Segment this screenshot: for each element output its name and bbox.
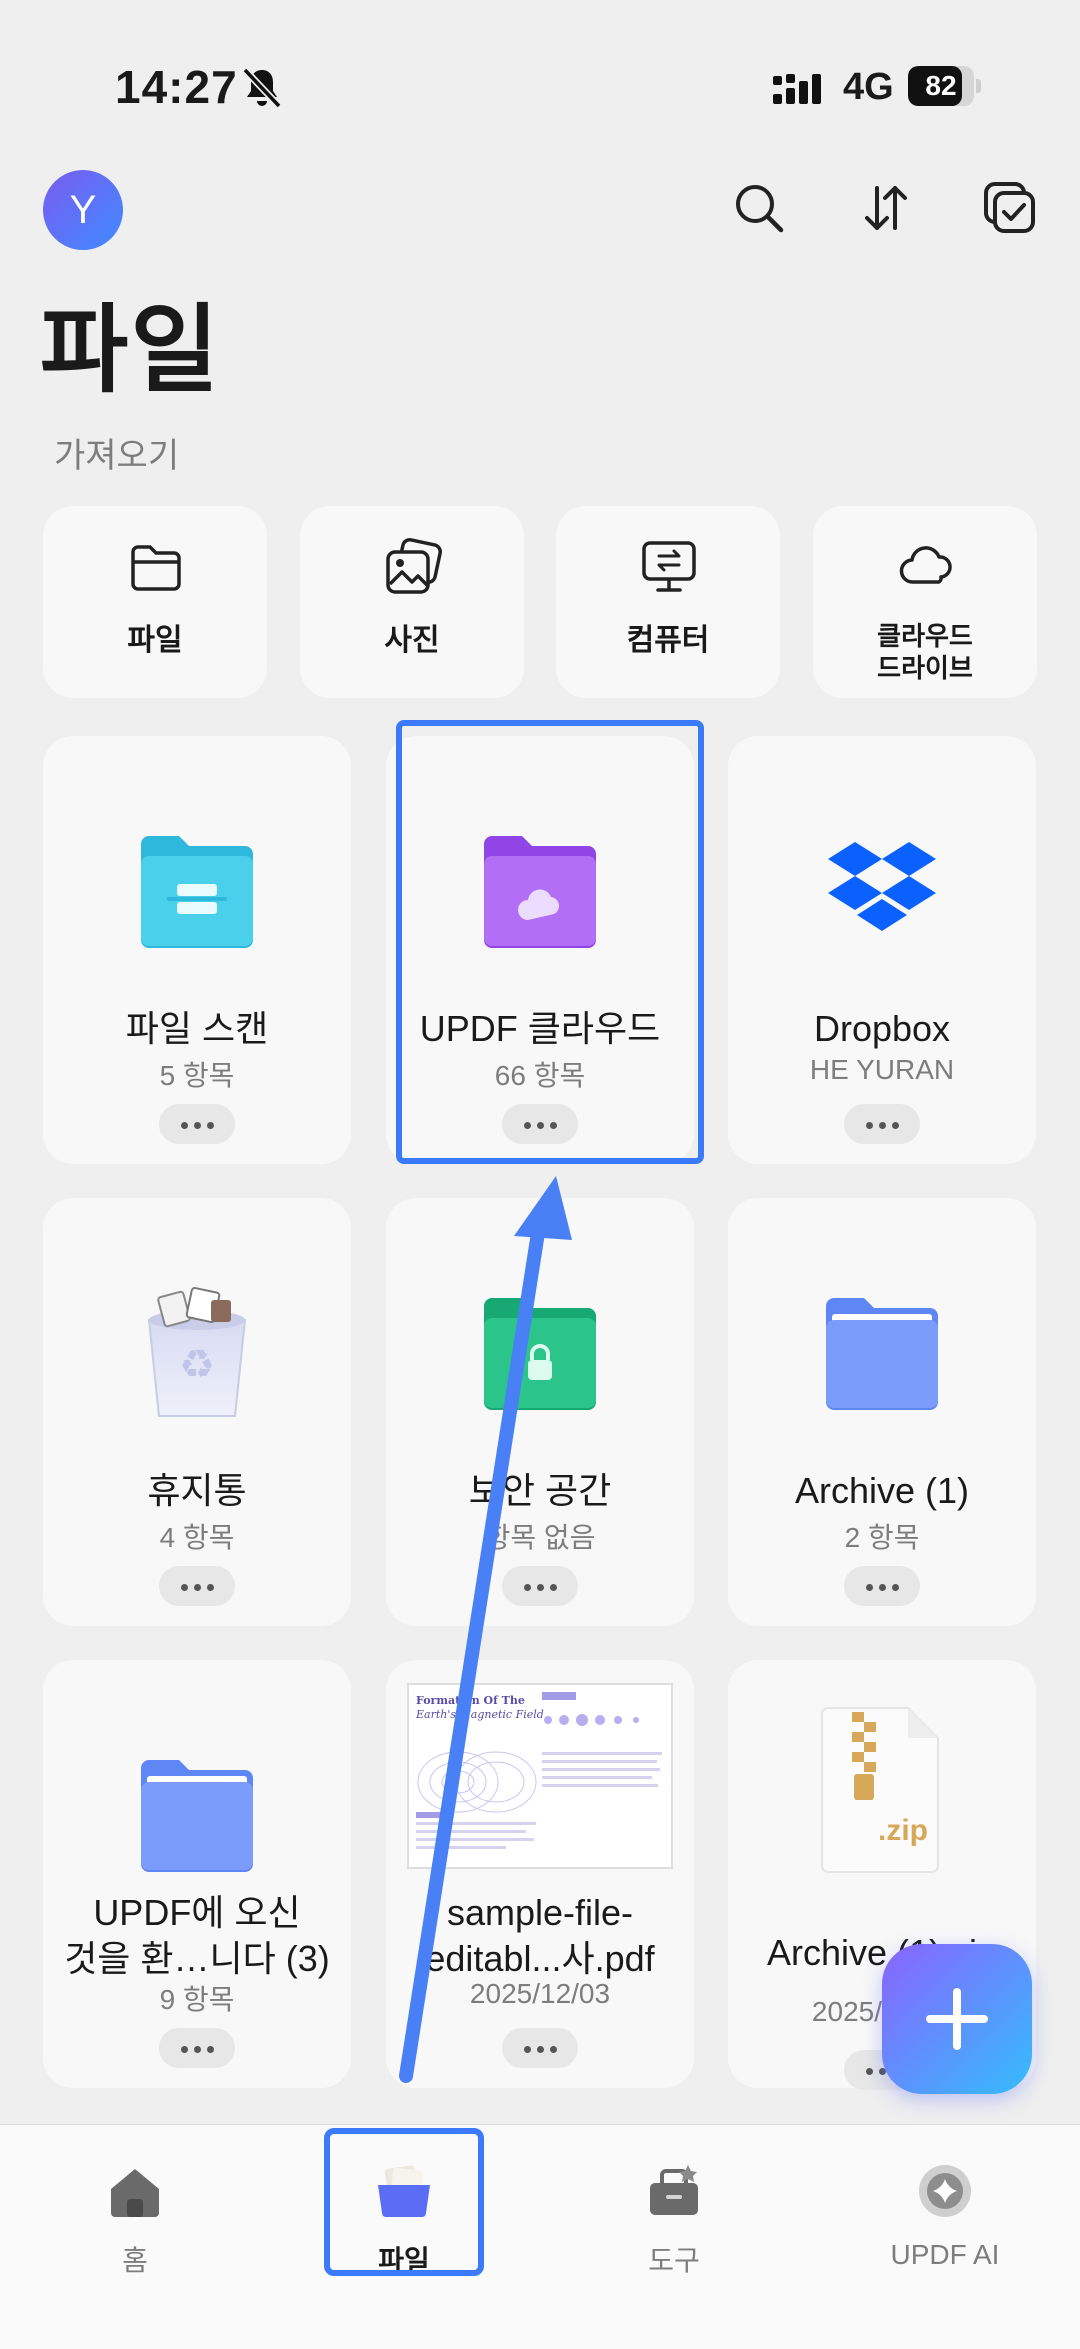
more-button[interactable] [159, 1566, 235, 1606]
ai-icon [919, 2165, 971, 2217]
secure-folder-icon [484, 1298, 596, 1410]
pdf-title-text: Formation Of The [416, 1694, 525, 1707]
signal-icon [773, 74, 821, 104]
more-button[interactable] [502, 2028, 578, 2068]
folder-icon [826, 1298, 938, 1410]
card-name-line2: editabl...사.pdf [425, 1938, 655, 1979]
tools-icon [650, 2165, 698, 2215]
network-type: 4G [843, 66, 894, 108]
card-dropbox[interactable]: Dropbox HE YURAN [728, 736, 1036, 1164]
dropbox-icon [828, 842, 936, 931]
card-trash[interactable]: ♻ 휴지통 4 항목 [43, 1198, 351, 1626]
page-title: 파일 [40, 297, 221, 404]
pdf-subtitle-text: Earth's Magnetic Field [415, 1708, 544, 1721]
import-photos-button[interactable]: 사진 [300, 506, 524, 698]
card-name-line2: 것을 환…니다 (3) [64, 1938, 330, 1979]
cloud-icon [899, 546, 952, 584]
import-photos-label: 사진 [384, 624, 440, 657]
more-button[interactable] [502, 1566, 578, 1606]
nav-label: 홈 [122, 2245, 148, 2276]
avatar[interactable]: Y [43, 170, 123, 250]
trash-icon: ♻ [147, 1286, 247, 1417]
sort-icon[interactable] [857, 180, 913, 236]
card-name: 휴지통 [147, 1470, 247, 1511]
computer-transfer-icon [642, 541, 696, 592]
card-meta: 9 항목 [159, 1984, 235, 2015]
nav-label: UPDF AI [890, 2239, 1000, 2270]
more-button[interactable] [844, 1566, 920, 1606]
photos-icon [386, 538, 442, 594]
card-meta: 5 항목 [159, 1060, 235, 1091]
card-name: Dropbox [813, 1008, 951, 1049]
bell-muted-icon [242, 67, 282, 109]
card-archive-folder[interactable]: Archive (1) 2 항목 [728, 1198, 1036, 1626]
folder-outline-icon [131, 545, 181, 591]
card-meta: 2 항목 [844, 1522, 920, 1553]
scan-folder-icon [141, 836, 253, 948]
multi-select-icon[interactable] [982, 180, 1038, 236]
import-cloud-drive-label: 클라우드 드라이브 [813, 620, 1037, 684]
import-files-button[interactable]: 파일 [43, 506, 267, 698]
zip-icon: .zip [821, 1707, 939, 1873]
more-button[interactable] [159, 2028, 235, 2068]
card-name-line1: sample-file- [446, 1892, 634, 1933]
card-name: UPDF에 오신 것을 환…니다 (3) [43, 1890, 351, 1982]
home-icon [111, 2169, 159, 2217]
card-name: 파일 스캔 [125, 1008, 269, 1049]
card-meta: 4 항목 [159, 1522, 235, 1553]
card-meta: HE YURAN [809, 1054, 955, 1085]
import-files-label: 파일 [127, 624, 183, 657]
pdf-thumbnail: Formation Of The Earth's Magnetic Field [407, 1683, 673, 1869]
cloud-drive-line2: 드라이브 [877, 653, 973, 683]
card-welcome-folder[interactable]: UPDF에 오신 것을 환…니다 (3) 9 항목 [43, 1660, 351, 2088]
add-button[interactable] [882, 1944, 1032, 2094]
nav-label: 도구 [648, 2245, 700, 2276]
bottom-navigation: 홈 파일 도구 UPDF AI [0, 2124, 1080, 2349]
cloud-drive-line1: 클라우드 [877, 621, 973, 651]
folder-icon [141, 1760, 253, 1872]
more-button[interactable] [159, 1104, 235, 1144]
card-name: sample-file- editabl...사.pdf [386, 1890, 694, 1982]
import-computer-label: 컴퓨터 [626, 624, 710, 657]
card-name: 보안 공간 [468, 1470, 612, 1511]
card-name-line1: UPDF에 오신 [93, 1892, 301, 1933]
tutorial-highlight-cloud [396, 720, 704, 1164]
import-section-label: 가져오기 [54, 437, 180, 475]
import-computer-button[interactable]: 컴퓨터 [556, 506, 780, 698]
card-file-scan[interactable]: 파일 스캔 5 항목 [43, 736, 351, 1164]
svg-text:♻: ♻ [179, 1342, 215, 1388]
tutorial-highlight-nav [324, 2128, 484, 2276]
nav-home[interactable]: 홈 [35, 2149, 235, 2299]
zip-label: .zip [878, 1814, 928, 1847]
card-name: Archive (1) [794, 1470, 970, 1511]
more-button[interactable] [844, 1104, 920, 1144]
card-meta: 2025/12/03 [469, 1978, 611, 2009]
nav-updf-ai[interactable]: UPDF AI [845, 2149, 1045, 2299]
status-time: 14:27 [115, 61, 238, 113]
nav-tools[interactable]: 도구 [574, 2149, 774, 2299]
battery-icon: 82 [908, 66, 982, 106]
card-secure-space[interactable]: 보안 공간 항목 없음 [386, 1198, 694, 1626]
battery-level: 82 [925, 70, 957, 101]
search-icon[interactable] [731, 180, 787, 236]
card-meta: 항목 없음 [484, 1522, 596, 1553]
import-cloud-drive-button[interactable]: 클라우드 드라이브 [813, 506, 1037, 698]
card-sample-pdf[interactable]: Formation Of The Earth's Magnetic Field … [386, 1660, 694, 2088]
